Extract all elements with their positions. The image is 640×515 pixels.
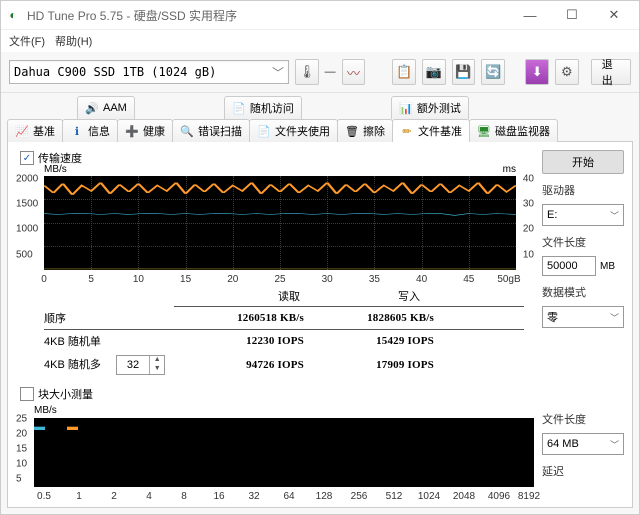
results-table: 读取 写入 顺序 1260518 KB/s 1828605 KB/s 4KB 随… (44, 286, 524, 378)
screenshot-button[interactable]: 📷 (422, 59, 446, 85)
minimize-button[interactable]: — (509, 1, 551, 29)
tab-content: ✓ 传输速度 MB/s ms 2000 1500 1000 500 40 30 … (7, 141, 633, 508)
page-icon: 📄 (257, 124, 271, 138)
spin-down-icon[interactable]: ▼ (150, 365, 164, 374)
delay-label: 延迟 (542, 463, 624, 479)
col-read: 读取 (229, 286, 349, 306)
menu-help[interactable]: 帮助(H) (55, 33, 92, 49)
info-icon: ℹ (70, 124, 84, 138)
start-button[interactable]: 开始 (542, 150, 624, 174)
save-button[interactable]: 💾 (452, 59, 476, 85)
tab-disk-monitor[interactable]: 🖥磁盘监视器 (469, 119, 558, 142)
chart-icon: 📊 (399, 101, 413, 115)
smart-icon: 〰 (347, 63, 360, 82)
tab-folder-usage[interactable]: 📄文件夹使用 (249, 119, 338, 142)
filelen-input[interactable]: 50000 (542, 256, 596, 276)
titlebar: ◐ HD Tune Pro 5.75 - 硬盘/SSD 实用程序 — ☐ ✕ (1, 1, 639, 30)
chevron-down-icon: ﹀ (610, 311, 619, 324)
plus-icon: ➕ (125, 124, 139, 138)
right-column: 开始 驱动器 E:﹀ 文件长度 50000 MB 数据模式 零﹀ 文件长度 64… (542, 150, 624, 499)
copy-button[interactable]: 📋 (392, 59, 416, 85)
graph-icon: 📈 (15, 124, 29, 138)
pencil-icon: ✏ (400, 124, 414, 138)
blocksize-checkbox[interactable]: 块大小测量 (16, 386, 534, 404)
tab-erase[interactable]: 🗑擦除 (337, 119, 393, 142)
spin-up-icon[interactable]: ▲ (150, 356, 164, 365)
refresh-icon: 🔄 (485, 64, 501, 80)
maximize-button[interactable]: ☐ (551, 1, 593, 29)
arrow-down-icon: ⬇ (532, 64, 543, 80)
chevron-down-icon: ﹀ (272, 64, 284, 81)
camera-icon: 📷 (426, 64, 442, 80)
tab-extra-tests[interactable]: 📊额外测试 (391, 96, 469, 119)
blocksize-chart-canvas: ▬读取▬写入 (34, 418, 534, 487)
queue-depth-select[interactable]: 32 ▲▼ (116, 355, 165, 375)
chevron-down-icon: ﹀ (610, 209, 619, 222)
toolbar: Dahua C900 SSD 1TB (1024 gB) ﹀ 🌡 — 〰 📋 📷… (1, 52, 639, 93)
filelen2-label: 文件长度 (542, 411, 624, 427)
tab-benchmark[interactable]: 📈基准 (7, 119, 63, 142)
download-button[interactable]: ⬇ (525, 59, 549, 85)
drive-label: 驱动器 (542, 182, 624, 198)
col-write: 写入 (349, 286, 469, 306)
exit-button[interactable]: 退出 (591, 59, 631, 85)
trash-icon: 🗑 (345, 124, 359, 138)
filelen-label: 文件长度 (542, 234, 624, 250)
smart-button[interactable]: 〰 (342, 59, 366, 85)
mode-select[interactable]: 零﹀ (542, 306, 624, 328)
search-icon: 🔍 (180, 124, 194, 138)
tab-error-scan[interactable]: 🔍错误扫描 (172, 119, 250, 142)
drive-select[interactable]: Dahua C900 SSD 1TB (1024 gB) ﹀ (9, 60, 289, 84)
app-window: ◐ HD Tune Pro 5.75 - 硬盘/SSD 实用程序 — ☐ ✕ 文… (0, 0, 640, 515)
mode-label: 数据模式 (542, 284, 624, 300)
menubar: 文件(F) 帮助(H) (1, 30, 639, 52)
filelen2-select[interactable]: 64 MB﹀ (542, 433, 624, 455)
tabs: 🔊AAM 📄随机访问 📊额外测试 📈基准 ℹ信息 ➕健康 🔍错误扫描 📄文件夹使… (1, 93, 639, 141)
tab-file-benchmark[interactable]: ✏文件基准 (392, 119, 470, 142)
blocksize-chart: MB/s 25 20 15 10 5 ▬读取▬写入 0.5 1 2 4 8 16… (16, 406, 534, 499)
transfer-chart-canvas (44, 176, 516, 270)
window-title: HD Tune Pro 5.75 - 硬盘/SSD 实用程序 (27, 7, 509, 24)
row-4k-multi: 4KB 随机多 32 ▲▼ 94726 IOPS 17909 IOPS (44, 352, 524, 378)
row-4k-single: 4KB 随机单 12230 IOPS 15429 IOPS (44, 330, 524, 352)
page-icon: 📄 (232, 101, 246, 115)
thermometer-icon: 🌡 (299, 64, 316, 80)
checkbox-icon: ✓ (20, 151, 34, 165)
menu-file[interactable]: 文件(F) (9, 33, 45, 49)
app-icon: ◐ (5, 7, 21, 23)
tab-health[interactable]: ➕健康 (117, 119, 173, 142)
options-button[interactable]: ⚙ (555, 59, 579, 85)
transfer-speed-checkbox[interactable]: ✓ 传输速度 (16, 150, 534, 168)
tab-random-access[interactable]: 📄随机访问 (224, 96, 302, 119)
checkbox-icon (20, 387, 34, 401)
copy-icon: 📋 (396, 64, 412, 80)
drive-select-value: Dahua C900 SSD 1TB (1024 gB) (14, 65, 216, 79)
temperature-button[interactable]: 🌡 (295, 59, 319, 85)
chevron-down-icon: ﹀ (610, 438, 619, 451)
transfer-chart: MB/s ms 2000 1500 1000 500 40 30 20 10 (16, 168, 534, 282)
refresh-button[interactable]: 🔄 (481, 59, 505, 85)
row-sequential: 顺序 1260518 KB/s 1828605 KB/s (44, 307, 524, 330)
monitor-icon: 🖥 (477, 124, 491, 138)
tab-info[interactable]: ℹ信息 (62, 119, 118, 142)
tab-aam[interactable]: 🔊AAM (77, 96, 135, 119)
window-controls: — ☐ ✕ (509, 1, 635, 29)
speaker-icon: 🔊 (85, 101, 99, 115)
gear-icon: ⚙ (561, 64, 573, 80)
save-icon: 💾 (455, 64, 471, 80)
left-column: ✓ 传输速度 MB/s ms 2000 1500 1000 500 40 30 … (16, 150, 534, 499)
drive-letter-select[interactable]: E:﹀ (542, 204, 624, 226)
close-button[interactable]: ✕ (593, 1, 635, 29)
